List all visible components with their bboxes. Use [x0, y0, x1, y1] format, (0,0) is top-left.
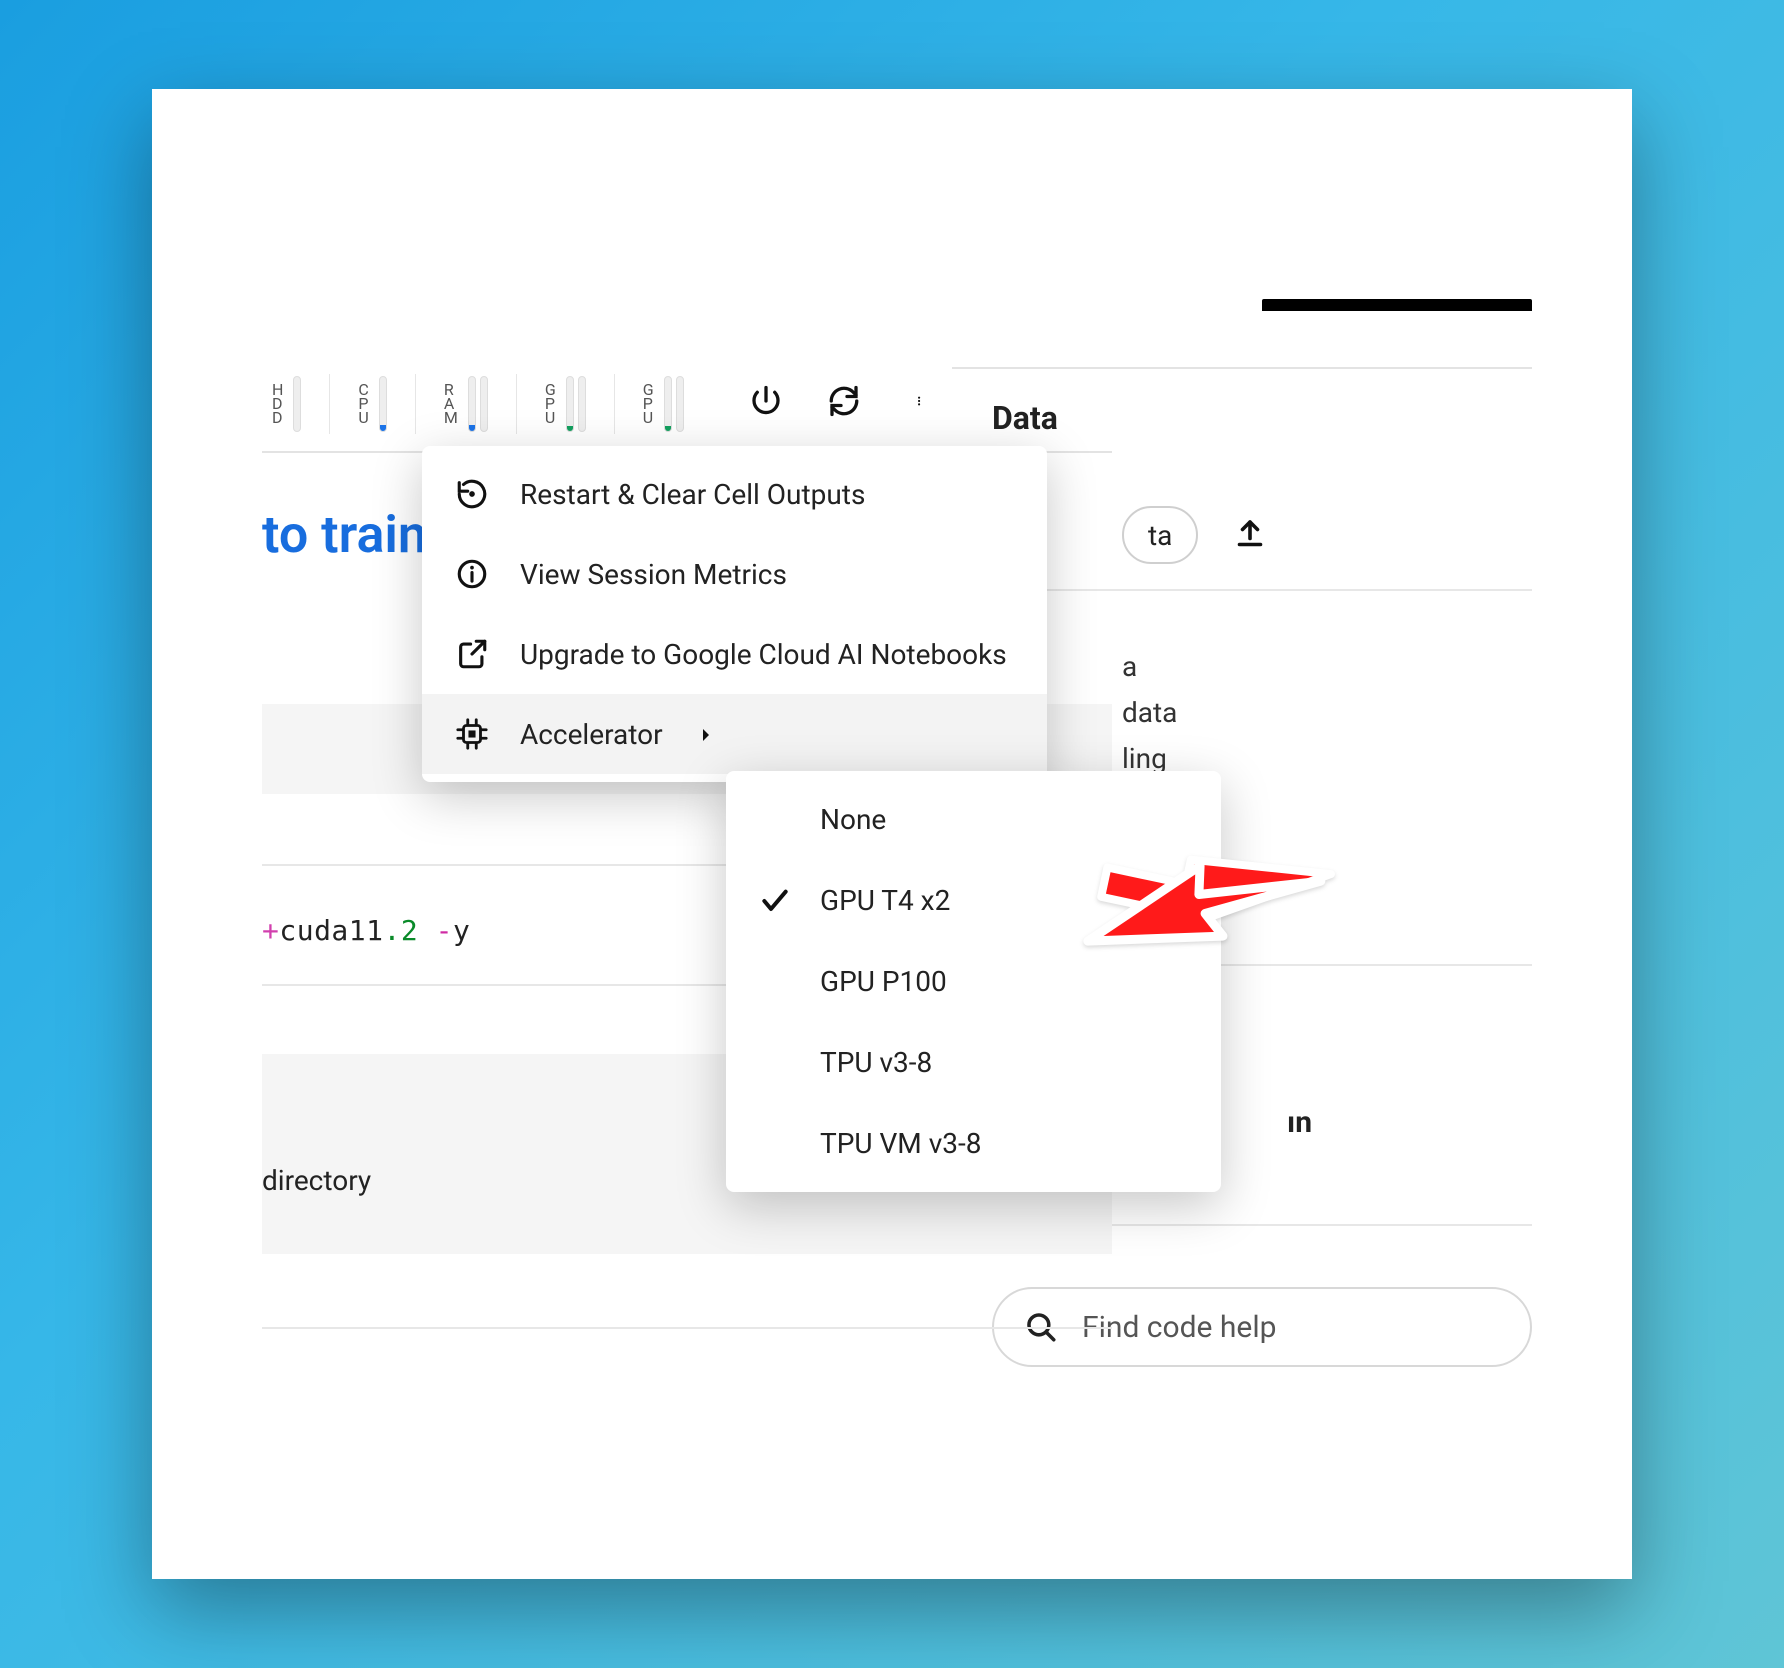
gauge-divider	[415, 374, 416, 434]
option-label: TPU v3-8	[820, 1046, 932, 1079]
restart-icon	[454, 476, 490, 512]
gauge-gpu-2: GPU	[633, 376, 694, 432]
accelerator-option-tpu-v3-8[interactable]: TPU v3-8	[726, 1022, 1221, 1103]
menu-item-restart-clear[interactable]: Restart & Clear Cell Outputs	[422, 454, 1047, 534]
open-external-icon	[454, 636, 490, 672]
menu-item-session-metrics[interactable]: View Session Metrics	[422, 534, 1047, 614]
menu-label: Upgrade to Google Cloud AI Notebooks	[520, 638, 1007, 671]
option-label: None	[820, 803, 886, 836]
info-icon	[454, 556, 490, 592]
gauge-hdd: HDD	[262, 376, 311, 432]
chevron-right-icon	[697, 718, 715, 751]
refresh-icon	[826, 383, 862, 419]
directory-label: directory	[262, 1164, 371, 1197]
gauge-label-gpu-1: GPU	[545, 383, 556, 425]
right-heading-fragment: ın	[1287, 1105, 1312, 1140]
session-toolbar	[747, 382, 941, 420]
app-frame: HDD CPU RAM GPU GPU	[152, 89, 1632, 1579]
menu-item-accelerator[interactable]: Accelerator	[422, 694, 1047, 774]
gauge-bar-gpu-1b	[578, 376, 586, 432]
more-menu-button[interactable]	[903, 382, 941, 420]
gauge-label-cpu: CPU	[358, 383, 368, 425]
accelerator-option-tpu-vm-v3-8[interactable]: TPU VM v3-8	[726, 1103, 1221, 1184]
gauge-bar-gpu-2a	[664, 376, 672, 432]
option-label: GPU P100	[820, 965, 947, 998]
gauge-ram: RAM	[434, 376, 498, 432]
gauge-bar-cpu	[379, 376, 387, 432]
session-menu: Restart & Clear Cell Outputs View Sessio…	[422, 446, 1047, 782]
gauge-divider	[516, 374, 517, 434]
chip-icon	[454, 716, 490, 752]
upload-button[interactable]	[1232, 516, 1268, 552]
accelerator-option-none[interactable]: None	[726, 779, 1221, 860]
menu-label: View Session Metrics	[520, 558, 787, 591]
gauge-gpu-1: GPU	[535, 376, 596, 432]
gauge-bar-gpu-1a	[566, 376, 574, 432]
active-tab-indicator	[1262, 299, 1532, 311]
add-data-pill[interactable]: ta	[1122, 506, 1198, 564]
right-hr	[992, 589, 1532, 591]
gauge-bar-ram-2	[480, 376, 488, 432]
gauge-bar-hdd	[293, 376, 301, 432]
right-pane-rule	[952, 367, 1532, 369]
accelerator-submenu: None GPU T4 x2 GPU P100 TPU v3-8 TPU VM …	[726, 771, 1221, 1192]
gauge-bar-gpu-2b	[676, 376, 684, 432]
menu-label: Accelerator	[520, 718, 663, 751]
gauge-bar-ram-1	[468, 376, 476, 432]
more-vertical-icon	[917, 383, 927, 419]
gauge-cpu: CPU	[348, 376, 396, 432]
refresh-button[interactable]	[825, 382, 863, 420]
gauge-divider	[614, 374, 615, 434]
gauge-divider	[329, 374, 330, 434]
check-icon	[758, 885, 792, 917]
gauge-label-ram: RAM	[444, 383, 458, 425]
gauge-label-hdd: HDD	[272, 383, 283, 425]
pill-label-fragment: ta	[1148, 519, 1172, 552]
upload-icon	[1232, 516, 1268, 552]
menu-item-upgrade-gcloud[interactable]: Upgrade to Google Cloud AI Notebooks	[422, 614, 1047, 694]
accelerator-option-gpu-t4-x2[interactable]: GPU T4 x2	[726, 860, 1221, 941]
code-fragment: +cuda11.2 -y	[262, 914, 470, 947]
option-label: TPU VM v3-8	[820, 1127, 981, 1160]
gauge-label-gpu-2: GPU	[643, 383, 654, 425]
data-pane-title: Data	[992, 399, 1058, 437]
menu-label: Restart & Clear Cell Outputs	[520, 478, 865, 511]
option-label: GPU T4 x2	[820, 884, 950, 917]
accelerator-option-gpu-p100[interactable]: GPU P100	[726, 941, 1221, 1022]
power-button[interactable]	[747, 382, 785, 420]
power-icon	[748, 383, 784, 419]
cell-sep	[262, 1327, 1112, 1329]
